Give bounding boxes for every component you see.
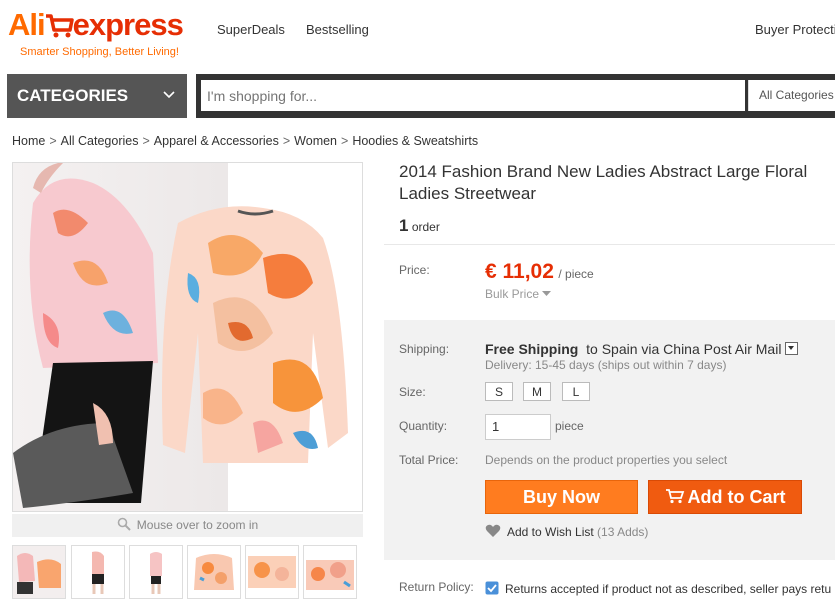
size-option-m[interactable]: M xyxy=(523,382,551,401)
zoom-hint: Mouse over to zoom in xyxy=(12,514,363,537)
bulk-price-toggle[interactable]: Bulk Price xyxy=(485,287,552,301)
quantity-input[interactable]: 1 xyxy=(485,414,551,440)
delivery-time: Delivery: 15-45 days (ships out within 7… xyxy=(485,358,727,372)
size-option-l[interactable]: L xyxy=(562,382,590,401)
free-shipping: Free Shipping xyxy=(485,341,579,357)
wish-list-label: Add to Wish List xyxy=(507,525,594,539)
product-main-image[interactable] xyxy=(12,162,363,512)
price-amount: € 11,02 xyxy=(485,260,554,283)
total-price-label: Total Price: xyxy=(399,453,459,467)
caret-down-icon xyxy=(542,291,552,296)
shipping-label: Shipping: xyxy=(399,342,450,356)
wish-count: (13 Adds) xyxy=(597,525,649,539)
cart-logo-icon xyxy=(45,14,74,38)
divider xyxy=(384,244,835,245)
nav-superdeals[interactable]: SuperDeals xyxy=(217,22,285,37)
order-count-label: order xyxy=(411,220,440,234)
size-label: Size: xyxy=(399,385,426,399)
tagline: Smarter Shopping, Better Living! xyxy=(20,46,179,58)
quantity-label: Quantity: xyxy=(399,419,448,433)
price-unit: / piece xyxy=(558,267,594,281)
chevron-down-icon xyxy=(163,85,175,110)
search-bar: All Categories xyxy=(196,74,835,118)
size-option-s[interactable]: S xyxy=(485,382,513,401)
shipping-info: Free Shipping to Spain via China Post Ai… xyxy=(485,341,799,357)
thumbnail-1[interactable] xyxy=(12,545,66,599)
thumbnail-image xyxy=(130,546,182,598)
shipping-destination: to Spain via China Post Air Mail xyxy=(586,341,782,357)
thumbnail-3[interactable] xyxy=(129,545,183,599)
thumbnail-image xyxy=(304,546,356,598)
thumbnail-image xyxy=(246,546,298,598)
thumbnail-5[interactable] xyxy=(245,545,299,599)
price-label: Price: xyxy=(399,263,430,277)
return-policy-icon xyxy=(485,581,499,595)
return-policy-value: Returns accepted if product not as descr… xyxy=(505,582,832,596)
price: € 11,02 / piece xyxy=(485,260,594,284)
bulk-price-label: Bulk Price xyxy=(485,287,540,301)
thumbnail-image xyxy=(13,546,65,598)
thumbnail-6[interactable] xyxy=(303,545,357,599)
zoom-hint-text: Mouse over to zoom in xyxy=(136,518,259,532)
breadcrumb-apparel[interactable]: Apparel & Accessories xyxy=(154,134,279,148)
thumbnail-4[interactable] xyxy=(187,545,241,599)
breadcrumb-home[interactable]: Home xyxy=(12,134,45,148)
quantity-unit: piece xyxy=(555,419,584,433)
search-category-select[interactable]: All Categories xyxy=(748,80,835,111)
product-photo xyxy=(13,163,362,511)
thumbnail-image xyxy=(72,546,124,598)
return-policy-label: Return Policy: xyxy=(399,580,474,594)
total-price-text: Depends on the product properties you se… xyxy=(485,453,728,467)
add-to-wish-list[interactable]: Add to Wish List (13 Adds) xyxy=(485,524,648,539)
buyer-protection-link[interactable]: Buyer Protectio xyxy=(755,22,835,37)
breadcrumb-women[interactable]: Women xyxy=(294,134,337,148)
order-count-number: 1 xyxy=(399,216,409,235)
return-policy-text: Returns accepted if product not as descr… xyxy=(485,581,835,596)
add-to-cart-button[interactable]: Add to Cart xyxy=(648,480,802,514)
logo-express: express xyxy=(72,7,184,42)
buy-now-button[interactable]: Buy Now xyxy=(485,480,638,514)
breadcrumb: Home > All Categories > Apparel & Accessorie… xyxy=(12,134,479,148)
search-input[interactable] xyxy=(201,80,745,111)
add-to-cart-label: Add to Cart xyxy=(687,487,786,507)
breadcrumb-hoodies[interactable]: Hoodies & Sweatshirts xyxy=(352,134,478,148)
breadcrumb-all-categories[interactable]: All Categories xyxy=(61,134,139,148)
shipping-dropdown-icon[interactable] xyxy=(785,342,799,355)
nav-bestselling[interactable]: Bestselling xyxy=(306,22,369,37)
thumbnail-image xyxy=(188,546,240,598)
product-title: 2014 Fashion Brand New Ladies Abstract L… xyxy=(399,162,808,203)
order-count: 1 order xyxy=(399,216,440,236)
thumbnail-2[interactable] xyxy=(71,545,125,599)
logo-ali: Ali xyxy=(8,7,46,42)
categories-menu[interactable]: CATEGORIES xyxy=(7,74,187,118)
magnifier-icon xyxy=(117,517,131,531)
aliexpress-logo[interactable]: Ali express xyxy=(8,7,184,42)
heart-icon xyxy=(485,524,501,537)
cart-icon xyxy=(665,489,684,504)
categories-label: CATEGORIES xyxy=(17,86,129,105)
